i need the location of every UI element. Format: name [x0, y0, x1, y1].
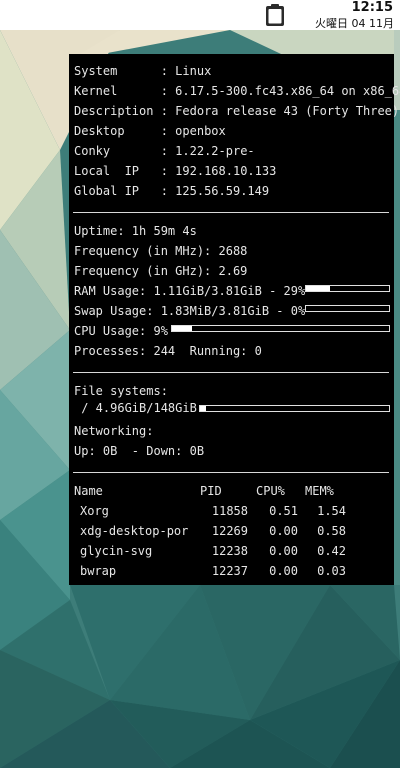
- process-mem: 0.03: [317, 564, 346, 578]
- column-header-pid: PID: [200, 484, 222, 498]
- info-value: : Linux: [160, 64, 212, 78]
- info-value: : 1.22.2-pre-: [160, 144, 255, 158]
- process-name: glycin-svg: [80, 544, 153, 558]
- info-value: : Fedora release 43 (Forty Three): [160, 104, 400, 118]
- desktop-info-row: Desktop : openbox: [74, 121, 226, 141]
- process-cpu: 0.00: [269, 564, 298, 578]
- column-header-cpu: CPU%: [256, 484, 285, 498]
- network-traffic-text: Up: 0B - Down: 0B: [74, 444, 205, 458]
- networking-header: Networking:: [74, 424, 154, 438]
- process-cpu: 0.00: [269, 524, 298, 538]
- info-label: Desktop: [74, 124, 154, 138]
- process-table-header: Name PID CPU% MEM%: [74, 481, 389, 501]
- root-fs-usage-bar-fill: [200, 406, 206, 411]
- column-header-mem: MEM%: [305, 484, 334, 498]
- divider: [73, 472, 389, 473]
- divider: [73, 212, 389, 213]
- info-value: : 125.56.59.149: [160, 184, 270, 198]
- clock-date[interactable]: 火曜日 04 11月: [315, 17, 394, 30]
- table-row: xdg-desktop-por 12269 0.00 0.58: [74, 521, 389, 541]
- swap-usage-text: Swap Usage: 1.83MiB/3.81GiB - 0%: [74, 304, 306, 318]
- process-cpu: 0.00: [269, 544, 298, 558]
- info-label: Global IP: [74, 184, 154, 198]
- info-label: System: [74, 64, 154, 78]
- ram-usage-bar: [305, 285, 390, 292]
- info-label: Description: [74, 104, 154, 118]
- ram-usage-bar-fill: [306, 286, 331, 291]
- info-value: : openbox: [160, 124, 226, 138]
- table-row: bwrap 12237 0.00 0.03: [74, 561, 389, 581]
- info-label: Local IP: [74, 164, 154, 178]
- local-ip-row: Local IP : 192.168.10.133: [74, 161, 276, 181]
- process-mem: 0.58: [317, 524, 346, 538]
- column-header-name: Name: [74, 484, 103, 498]
- frequency-mhz-text: Frequency (in MHz): 2688: [74, 244, 248, 258]
- process-name: Xorg: [80, 504, 109, 518]
- kernel-info-row: Kernel : 6.17.5-300.fc43.x86_64 on x86_6…: [74, 81, 400, 101]
- clipboard-icon[interactable]: [264, 3, 286, 27]
- system-info-row: System : Linux: [74, 61, 211, 81]
- divider: [73, 372, 389, 373]
- table-row: glycin-svg 12238 0.00 0.42: [74, 541, 389, 561]
- process-mem: 1.54: [317, 504, 346, 518]
- clock-time[interactable]: 12:15: [352, 0, 393, 15]
- process-pid: 12269: [211, 524, 248, 538]
- cpu-usage-text: CPU Usage: 9%: [74, 324, 168, 338]
- ram-usage-text: RAM Usage: 1.11GiB/3.81GiB - 29%: [74, 284, 306, 298]
- process-name: xdg-desktop-por: [80, 524, 189, 538]
- conky-system-monitor: System : Linux Kernel : 6.17.5-300.fc43.…: [69, 54, 400, 585]
- uptime-text: Uptime: 1h 59m 4s: [74, 224, 197, 238]
- global-ip-row: Global IP : 125.56.59.149: [74, 181, 269, 201]
- process-mem: 0.42: [317, 544, 346, 558]
- process-name: bwrap: [80, 564, 117, 578]
- conky-version-row: Conky : 1.22.2-pre-: [74, 141, 255, 161]
- info-value: : 192.168.10.133: [160, 164, 277, 178]
- swap-usage-bar: [305, 305, 390, 312]
- frequency-ghz-text: Frequency (in GHz): 2.69: [74, 264, 248, 278]
- cpu-usage-bar: [171, 325, 390, 332]
- processes-text: Processes: 244 Running: 0: [74, 344, 262, 358]
- root-fs-usage-text: / 4.96GiB/148GiB: [74, 401, 197, 415]
- process-pid: 12237: [211, 564, 248, 578]
- process-cpu: 0.51: [269, 504, 298, 518]
- top-panel: 12:15 火曜日 04 11月: [0, 0, 400, 30]
- description-info-row: Description : Fedora release 43 (Forty T…: [74, 101, 399, 121]
- info-label: Kernel: [74, 84, 154, 98]
- process-pid: 12238: [211, 544, 248, 558]
- info-label: Conky: [74, 144, 154, 158]
- table-row: Xorg 11858 0.51 1.54: [74, 501, 389, 521]
- process-pid: 11858: [211, 504, 248, 518]
- info-value: : 6.17.5-300.fc43.x86_64 on x86_64: [160, 84, 400, 98]
- cpu-usage-bar-fill: [172, 326, 192, 331]
- root-fs-usage-bar: [199, 405, 390, 412]
